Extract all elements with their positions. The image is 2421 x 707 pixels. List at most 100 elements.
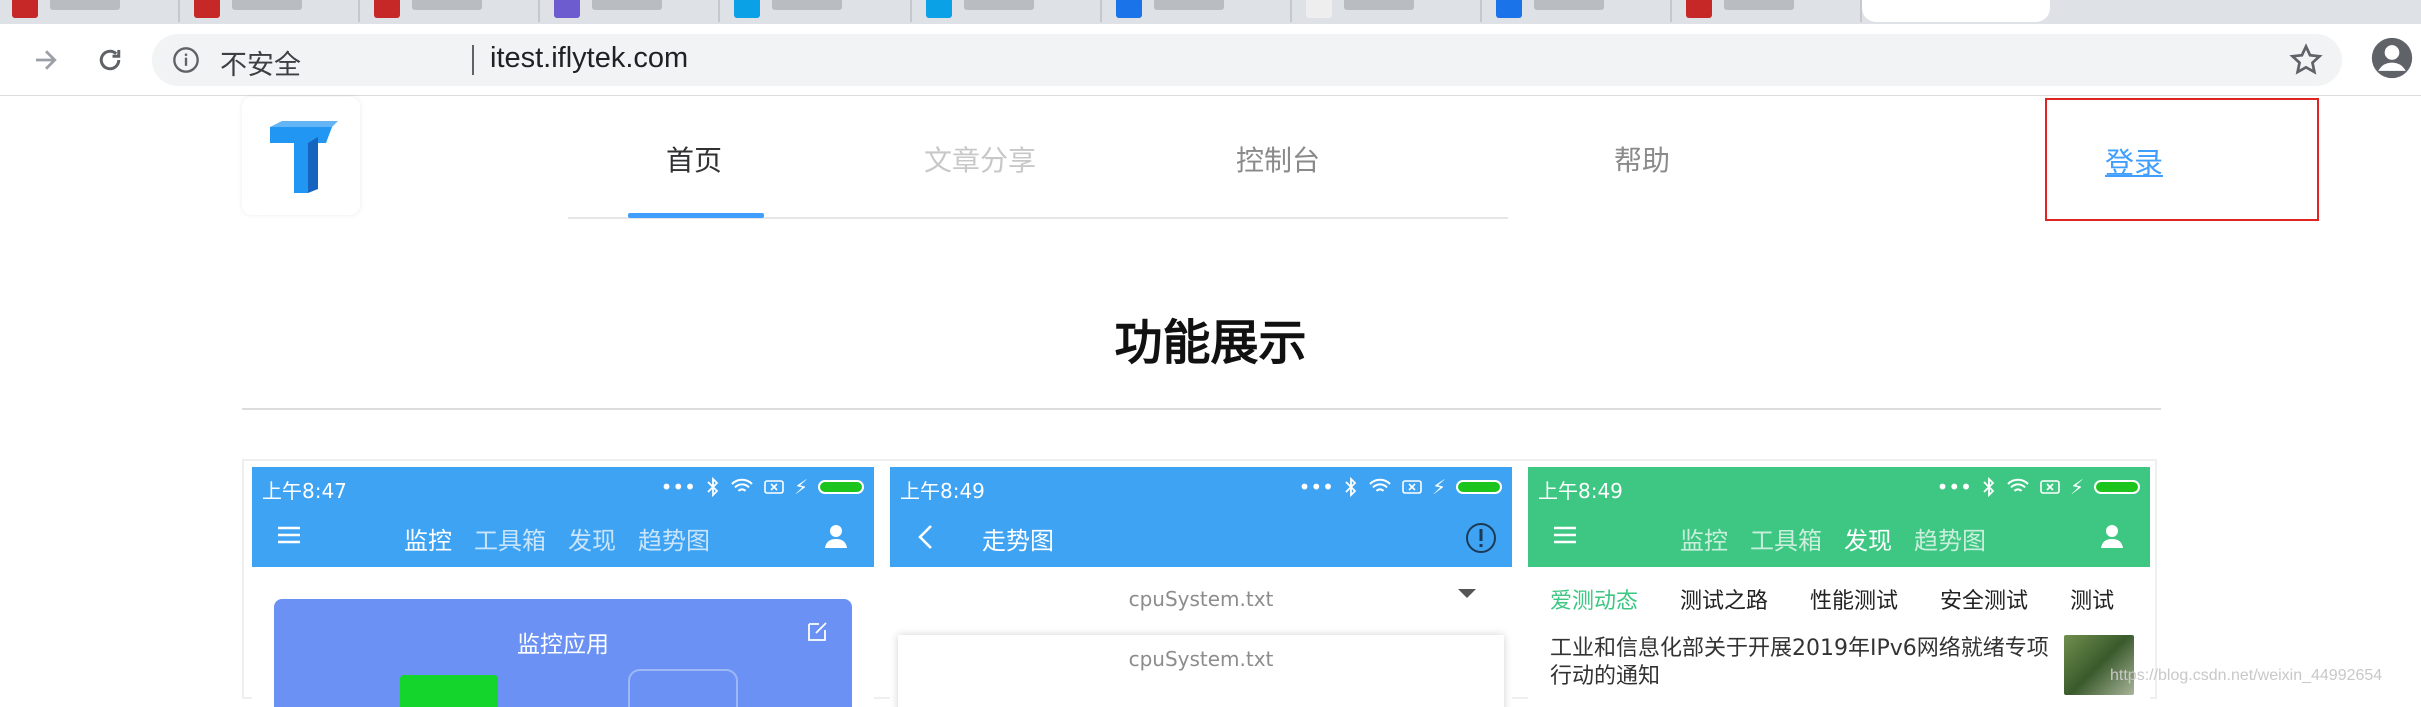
bluetooth-icon — [1345, 477, 1357, 497]
star-bookmark-icon[interactable] — [2288, 42, 2324, 78]
security-label[interactable]: 不安全 — [220, 43, 301, 82]
user-icon[interactable] — [824, 523, 848, 549]
app-status-block — [400, 675, 498, 707]
login-link[interactable]: 登录 — [2105, 140, 2163, 182]
add-app-placeholder[interactable] — [628, 669, 738, 707]
reload-icon — [99, 49, 121, 71]
menu-icon[interactable] — [1554, 525, 1576, 545]
site-logo[interactable] — [242, 97, 360, 215]
bluetooth-icon — [707, 477, 719, 497]
dots-icon: ••• — [660, 475, 696, 499]
reload-button[interactable] — [88, 38, 132, 82]
tab-favicon-icon — [1686, 0, 1712, 18]
battery-icon — [818, 480, 864, 494]
chevron-down-icon — [1458, 589, 1476, 598]
alert-icon[interactable] — [1464, 521, 1498, 555]
nav-articles[interactable]: 文章分享 — [924, 139, 1036, 179]
wifi-icon — [2007, 478, 2029, 492]
dots-icon: ••• — [1936, 475, 1972, 499]
browser-tab[interactable] — [1294, 0, 1482, 22]
tab-favicon-icon — [12, 0, 38, 18]
browser-tab[interactable] — [362, 0, 540, 22]
phone-tab[interactable]: 趋势图 — [1914, 521, 1986, 556]
news-thumbnail[interactable] — [2064, 635, 2134, 695]
status-icons: ••• ⚡ — [661, 475, 864, 499]
back-arrow-icon[interactable] — [916, 523, 934, 551]
tab-favicon-icon — [1116, 0, 1142, 18]
subnav-item[interactable]: 测试 — [2070, 583, 2114, 615]
status-time: 上午8:47 — [262, 479, 347, 503]
tab-favicon-icon — [374, 0, 400, 18]
login-highlight-box: 登录 — [2045, 98, 2319, 221]
file-name: cpuSystem.txt — [1128, 647, 1274, 671]
status-icons: ••• ⚡ — [1937, 475, 2140, 499]
phone-status-bar: 上午8:49 ••• ⚡ — [1528, 467, 2150, 507]
watermark: https://blog.csdn.net/weixin_44992654 — [2110, 667, 2383, 684]
browser-tab[interactable] — [182, 0, 360, 22]
charging-icon: ⚡ — [2069, 475, 2084, 499]
browser-toolbar: 不安全 itest.iflytek.com — [0, 24, 2421, 96]
browser-tab[interactable] — [1674, 0, 1862, 22]
subnav-item[interactable]: 安全测试 — [1940, 583, 2028, 615]
status-icons: ••• ⚡ — [1299, 475, 1502, 499]
status-time: 上午8:49 — [1538, 479, 1623, 503]
divider — [472, 45, 474, 75]
tab-favicon-icon — [554, 0, 580, 18]
sim-off-icon — [1402, 480, 1422, 494]
phone-tab[interactable]: 发现 — [1844, 521, 1892, 556]
phone-tab[interactable]: 监控 — [404, 521, 452, 556]
nav-home[interactable]: 首页 — [666, 139, 722, 179]
subnav-item[interactable]: 性能测试 — [1810, 583, 1898, 615]
user-icon[interactable] — [2100, 523, 2124, 549]
info-icon[interactable] — [172, 46, 200, 74]
status-time: 上午8:49 — [900, 479, 985, 503]
news-title[interactable]: 工业和信息化部关于开展2019年IPv6网络就绪专项行动的通知 — [1550, 635, 2050, 691]
browser-tab-strip — [0, 0, 2421, 24]
menu-icon[interactable] — [278, 525, 300, 545]
browser-tab[interactable] — [1484, 0, 1672, 22]
nav-active-indicator — [628, 213, 764, 218]
profile-avatar-icon[interactable] — [2370, 36, 2414, 80]
nav-console[interactable]: 控制台 — [1236, 139, 1320, 179]
nav-help[interactable]: 帮助 — [1614, 139, 1670, 179]
section-title: 功能展示 — [1114, 315, 1307, 371]
browser-tab-active[interactable] — [1862, 0, 2050, 22]
forward-button[interactable] — [24, 38, 68, 82]
phone-screenshot-monitor: 上午8:47 ••• ⚡ 监控 工具箱 发现 趋势图 监控应用 — [252, 467, 874, 707]
subnav-item[interactable]: 测试之路 — [1680, 583, 1768, 615]
phone-tabs: 监控 工具箱 发现 趋势图 — [404, 521, 710, 556]
wifi-icon — [1369, 478, 1391, 492]
browser-tab[interactable] — [0, 0, 180, 22]
file-dropdown[interactable]: cpuSystem.txt — [890, 579, 1512, 619]
battery-icon — [2094, 480, 2140, 494]
browser-tab[interactable] — [722, 0, 912, 22]
edit-icon[interactable] — [806, 619, 830, 643]
phone-tab[interactable]: 监控 — [1680, 521, 1728, 556]
tab-favicon-icon — [1306, 0, 1332, 18]
phone-tab[interactable]: 工具箱 — [474, 521, 546, 556]
file-panel[interactable]: cpuSystem.txt — [898, 635, 1504, 707]
sim-off-icon — [2040, 480, 2060, 494]
logo-t-icon — [270, 121, 338, 193]
phone-tab[interactable]: 发现 — [568, 521, 616, 556]
charging-icon: ⚡ — [1431, 475, 1446, 499]
phone-tab[interactable]: 工具箱 — [1750, 521, 1822, 556]
url-text[interactable]: itest.iflytek.com — [490, 42, 688, 75]
browser-tab[interactable] — [914, 0, 1102, 22]
arrow-right-icon — [36, 50, 57, 70]
divider — [242, 408, 2161, 410]
phone-status-bar: 上午8:47 ••• ⚡ — [252, 467, 874, 507]
screenshots-gallery: 上午8:47 ••• ⚡ 监控 工具箱 发现 趋势图 监控应用 上午8:49 •… — [242, 459, 2157, 707]
browser-tab[interactable] — [1104, 0, 1292, 22]
phone-app-bar: 监控 工具箱 发现 趋势图 — [252, 507, 874, 567]
address-bar[interactable]: 不安全 itest.iflytek.com — [152, 34, 2342, 86]
page-content: 首页 文章分享 控制台 帮助 登录 功能展示 上午8:47 ••• ⚡ 监控 工… — [0, 97, 2421, 707]
wifi-icon — [731, 478, 753, 492]
dropdown-value: cpuSystem.txt — [1128, 587, 1274, 611]
tab-favicon-icon — [926, 0, 952, 18]
subnav-item[interactable]: 爱测动态 — [1550, 583, 1638, 615]
monitor-app-card[interactable]: 监控应用 — [274, 599, 852, 707]
bluetooth-icon — [1983, 477, 1995, 497]
phone-tab[interactable]: 趋势图 — [638, 521, 710, 556]
browser-tab[interactable] — [542, 0, 720, 22]
